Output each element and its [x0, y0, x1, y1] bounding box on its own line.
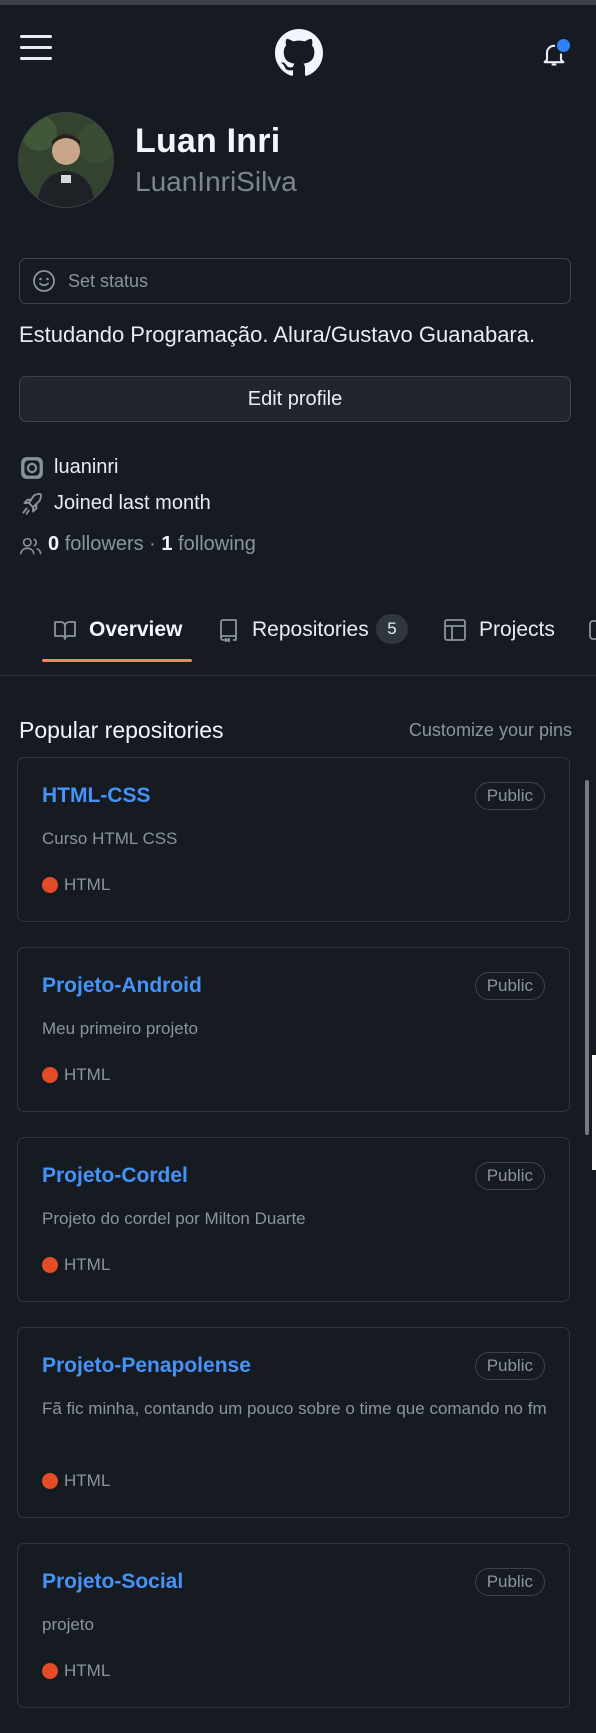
customize-pins-link[interactable]: Customize your pins [409, 720, 572, 741]
edge-marker [592, 1055, 596, 1170]
visibility-badge: Public [474, 972, 545, 1000]
smiley-icon [33, 270, 55, 292]
repo-name-link[interactable]: Projeto-Cordel [42, 1164, 188, 1188]
following-count[interactable]: 1 [161, 533, 172, 555]
repo-card: Projeto-Cordel Public Projeto do cordel … [17, 1137, 570, 1302]
selected-tab-underline [42, 659, 192, 662]
set-status-label: Set status [68, 271, 149, 291]
language-name: HTML [64, 1065, 111, 1084]
followers-count[interactable]: 0 [48, 533, 59, 555]
language-color-dot [42, 1067, 58, 1083]
language-color-dot [42, 1663, 58, 1679]
book-icon [54, 621, 76, 640]
tab-repositories-label: Repositories [252, 618, 369, 641]
visibility-badge: Public [474, 782, 545, 810]
rocket-icon [22, 493, 42, 515]
repo-card: Projeto-Penapolense Public Fã fic minha,… [17, 1327, 570, 1518]
language-name: HTML [64, 1661, 111, 1680]
avatar[interactable] [18, 112, 114, 208]
hamburger-menu-icon[interactable] [20, 35, 52, 63]
notification-dot [555, 37, 572, 54]
repo-name-link[interactable]: Projeto-Android [42, 974, 202, 998]
repo-name-link[interactable]: Projeto-Social [42, 1570, 183, 1594]
instagram-icon [21, 457, 43, 479]
repo-description: Curso HTML CSS [42, 829, 178, 848]
app-header [0, 5, 596, 95]
profile-name: Luan Inri [135, 122, 281, 160]
tab-overview-label: Overview [89, 618, 183, 641]
repo-card: HTML-CSS Public Curso HTML CSS HTML [17, 757, 570, 922]
followers-link[interactable]: followers [65, 533, 144, 555]
repo-description: Fã fic minha, contando um pouco sobre o … [42, 1399, 547, 1418]
follow-separator: · [149, 533, 156, 555]
repo-description: Meu primeiro projeto [42, 1019, 198, 1038]
people-icon [20, 537, 42, 555]
language-name: HTML [64, 1255, 111, 1274]
github-logo-icon[interactable] [275, 29, 323, 77]
language-name: HTML [64, 1471, 111, 1490]
language-color-dot [42, 1257, 58, 1273]
profile-tabs: Overview Repositories 5 Projects [0, 588, 596, 676]
joined-text: Joined last month [54, 492, 211, 514]
visibility-badge: Public [474, 1568, 545, 1596]
avatar-photo [19, 113, 113, 207]
package-icon [589, 620, 596, 640]
profile-login: LuanInriSilva [135, 166, 297, 197]
edit-profile-button[interactable]: Edit profile [19, 376, 571, 422]
repo-card: Projeto-Android Public Meu primeiro proj… [17, 947, 570, 1112]
repo-description: projeto [42, 1615, 94, 1634]
profile-bio: Estudando Programação. Alura/Gustavo Gua… [19, 322, 536, 347]
repo-description: Projeto do cordel por Milton Duarte [42, 1209, 306, 1228]
repo-icon [220, 619, 237, 642]
language-color-dot [42, 877, 58, 893]
page-scrollbar[interactable] [585, 780, 589, 1135]
repo-name-link[interactable]: Projeto-Penapolense [42, 1354, 251, 1378]
visibility-badge: Public [474, 1352, 545, 1380]
instagram-handle[interactable]: luaninri [54, 456, 118, 479]
popular-repositories-heading: Popular repositories [19, 717, 224, 743]
language-name: HTML [64, 875, 111, 894]
visibility-badge: Public [474, 1162, 545, 1190]
language-color-dot [42, 1473, 58, 1489]
tab-projects-label: Projects [479, 618, 555, 641]
repo-card: Projeto-Social Public projeto HTML [17, 1543, 570, 1708]
set-status-button[interactable]: Set status [19, 258, 571, 304]
table-icon [444, 619, 466, 641]
following-link[interactable]: following [178, 533, 256, 555]
repo-name-link[interactable]: HTML-CSS [42, 784, 151, 808]
repositories-count-badge: 5 [376, 614, 408, 644]
